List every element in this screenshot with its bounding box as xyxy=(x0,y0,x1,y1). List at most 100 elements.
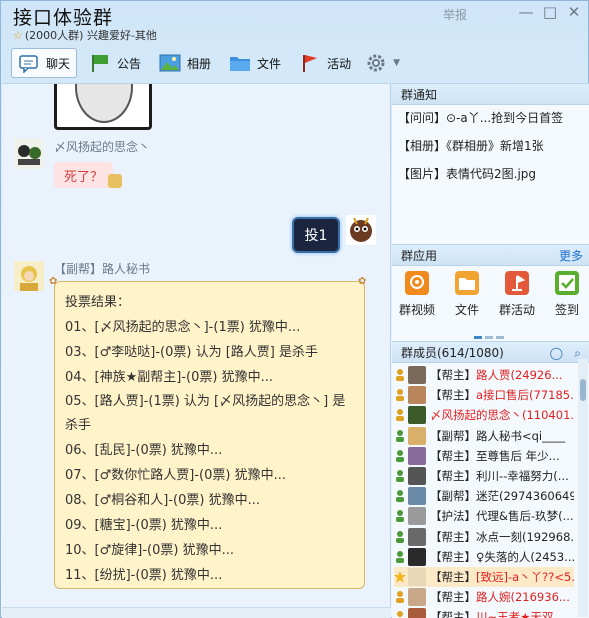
member-role: 【帮主】 xyxy=(430,610,476,618)
chat-message-area[interactable]: 〆风扬起的思念丶 死了？ 投1 【副帮】路人秘书 ✿ ✿ 投票结果： 01、[〆… xyxy=(2,83,391,618)
member-row[interactable]: 【帮主】 冰点一刻(192968... xyxy=(394,527,574,547)
settings-menu[interactable]: ▼ xyxy=(363,48,402,78)
member-avatar[interactable] xyxy=(408,608,426,618)
vote-message: 投1 xyxy=(292,217,340,253)
app-checkin[interactable]: 签到 xyxy=(545,271,589,318)
member-row[interactable]: 【帮主】 [致远]-a丶丫??<5... xyxy=(394,567,574,587)
member-name: 川~王者★无双... xyxy=(476,610,565,618)
member-avatar[interactable] xyxy=(408,446,426,465)
member-icon xyxy=(394,469,406,483)
corner-decoration-icon: ✿ xyxy=(49,276,58,287)
vote-line: 08、[♂桐谷和人]-(0票) 犹豫中... xyxy=(65,493,260,508)
member-icon xyxy=(394,550,406,564)
vote-line: 投票结果： xyxy=(65,295,131,310)
member-avatar[interactable] xyxy=(408,487,426,506)
vote-line: 01、[〆风扬起的思念丶]-(1票) 犹豫中... xyxy=(65,320,301,335)
vote-result-bubble: ✿ ✿ 投票结果： 01、[〆风扬起的思念丶]-(1票) 犹豫中... 03、[… xyxy=(49,276,366,589)
photo-icon xyxy=(159,53,181,73)
member-row[interactable]: 【副帮】 迷茫(2974360649) xyxy=(394,486,574,506)
member-name: [致远]-a丶丫??<5... xyxy=(476,570,574,584)
tab-activity-label: 活动 xyxy=(327,56,352,71)
member-avatar[interactable] xyxy=(408,406,426,425)
scroll-thumb[interactable] xyxy=(580,379,586,401)
member-row[interactable]: 【帮主】 利川--幸福努力(... xyxy=(394,466,574,486)
member-row[interactable]: 【帮主】 a接口售后(77185... xyxy=(394,385,574,405)
input-toolbar[interactable] xyxy=(2,607,391,618)
report-button[interactable]: 举报 xyxy=(443,6,467,23)
app-label: 文件 xyxy=(454,303,479,317)
member-name: 路人婉(216936... xyxy=(476,590,570,605)
star-icon: ☆ xyxy=(13,29,23,42)
chevron-down-icon: ▼ xyxy=(393,58,400,68)
owner-icon xyxy=(394,388,406,402)
app-activity[interactable]: 群活动 xyxy=(495,271,539,318)
member-avatar[interactable] xyxy=(408,547,426,566)
avatar[interactable] xyxy=(14,139,44,169)
tab-chat[interactable]: 聊天 xyxy=(11,48,78,78)
app-video[interactable]: 群视频 xyxy=(395,271,439,318)
more-link[interactable]: 更多 xyxy=(559,245,583,267)
tab-announcement-label: 公告 xyxy=(117,56,142,71)
members-heading-label: 群成员(614/1080) xyxy=(401,346,504,360)
member-row[interactable]: 〆风扬起的思念丶(110401... xyxy=(394,405,574,425)
member-row[interactable]: 【帮主】 至尊售后 年少... xyxy=(394,446,574,466)
member-name: 路人秘书<qi____ xyxy=(476,428,566,443)
member-icon xyxy=(394,429,406,443)
member-scrollbar[interactable] xyxy=(578,359,588,617)
member-avatar[interactable] xyxy=(408,588,426,607)
flag-icon xyxy=(89,53,111,73)
chat-icon[interactable]: ◯ xyxy=(550,342,563,364)
member-row[interactable]: 【帮主】 路人贾(24926... xyxy=(394,365,574,385)
notice-item[interactable]: 【问问】⊙-a丫...抢到今日首签 xyxy=(398,105,584,131)
notice-item[interactable]: 【图片】表情代码2图.jpg xyxy=(398,161,584,187)
owner-icon xyxy=(394,368,406,382)
group-subtitle: ☆ (2000人群) 兴趣爱好-其他 xyxy=(13,27,157,43)
member-role: 【帮主】 xyxy=(430,570,476,584)
sticker-image xyxy=(54,84,152,130)
notice-item[interactable]: 【相册】《群相册》新增1张 xyxy=(398,133,584,159)
member-avatar[interactable] xyxy=(408,467,426,485)
member-role: 【帮主】 xyxy=(430,590,476,605)
member-name: 冰点一刻(192968... xyxy=(476,529,574,544)
member-avatar[interactable] xyxy=(408,568,426,586)
member-role: 【副帮】 xyxy=(430,428,476,443)
my-avatar[interactable] xyxy=(346,215,376,245)
tab-album-label: 相册 xyxy=(187,56,212,71)
member-role: 【帮主】 xyxy=(430,368,476,382)
member-row[interactable]: 【帮主】 路人婉(216936... xyxy=(394,587,574,607)
members-heading: 群成员(614/1080) ◯ ⌕ xyxy=(392,341,589,363)
tab-album[interactable]: 相册 xyxy=(153,48,217,78)
member-avatar[interactable] xyxy=(408,527,426,546)
app-label: 群视频 xyxy=(398,303,435,317)
right-panel: 群通知 【问问】⊙-a丫...抢到今日首签 【相册】《群相册》新增1张 【图片】… xyxy=(392,83,589,618)
vote-line: 03、[♂李哒哒]-(0票) 认为 [路人贾] 是杀手 xyxy=(65,345,318,360)
tab-activity[interactable]: 活动 xyxy=(293,48,357,78)
app-page-indicator[interactable] xyxy=(474,328,507,342)
member-name: 利川--幸福努力(... xyxy=(476,469,569,483)
vote-line: 05、[路人贾]-(1票) 认为 [〆风扬起的思念丶] 是杀手 xyxy=(65,394,346,433)
tab-announcement[interactable]: 公告 xyxy=(83,48,147,78)
member-avatar[interactable] xyxy=(408,426,426,445)
maximize-button[interactable]: □ xyxy=(539,3,561,21)
vote-line: 11、[纷扰]-(0票) 犹豫中... xyxy=(65,568,223,583)
close-button[interactable]: ✕ xyxy=(563,3,585,21)
notice-heading: 群通知 xyxy=(392,83,589,105)
member-row[interactable]: 【帮主】 ♀失落的人(2453... xyxy=(394,547,574,567)
member-avatar[interactable] xyxy=(408,507,426,526)
member-row[interactable]: 【护法】 代理&售后-玖梦(... xyxy=(394,506,574,526)
member-role: 【帮主】 xyxy=(430,529,476,544)
app-file[interactable]: 文件 xyxy=(445,271,489,318)
tab-files[interactable]: 文件 xyxy=(223,48,287,78)
member-row[interactable]: 【帮主】 川~王者★无双... xyxy=(394,607,574,618)
member-name: 迷茫(2974360649) xyxy=(476,489,574,504)
avatar[interactable] xyxy=(14,261,44,291)
member-avatar[interactable] xyxy=(408,366,426,384)
minimize-button[interactable]: — xyxy=(515,3,537,21)
activity-icon xyxy=(505,271,529,295)
member-avatar[interactable] xyxy=(408,386,426,405)
owner-icon xyxy=(394,590,406,604)
member-row[interactable]: 【副帮】 路人秘书<qi____ xyxy=(394,426,574,446)
member-name: 至尊售后 年少... xyxy=(476,448,560,463)
tab-chat-label: 聊天 xyxy=(46,56,71,71)
member-icon xyxy=(394,449,406,463)
